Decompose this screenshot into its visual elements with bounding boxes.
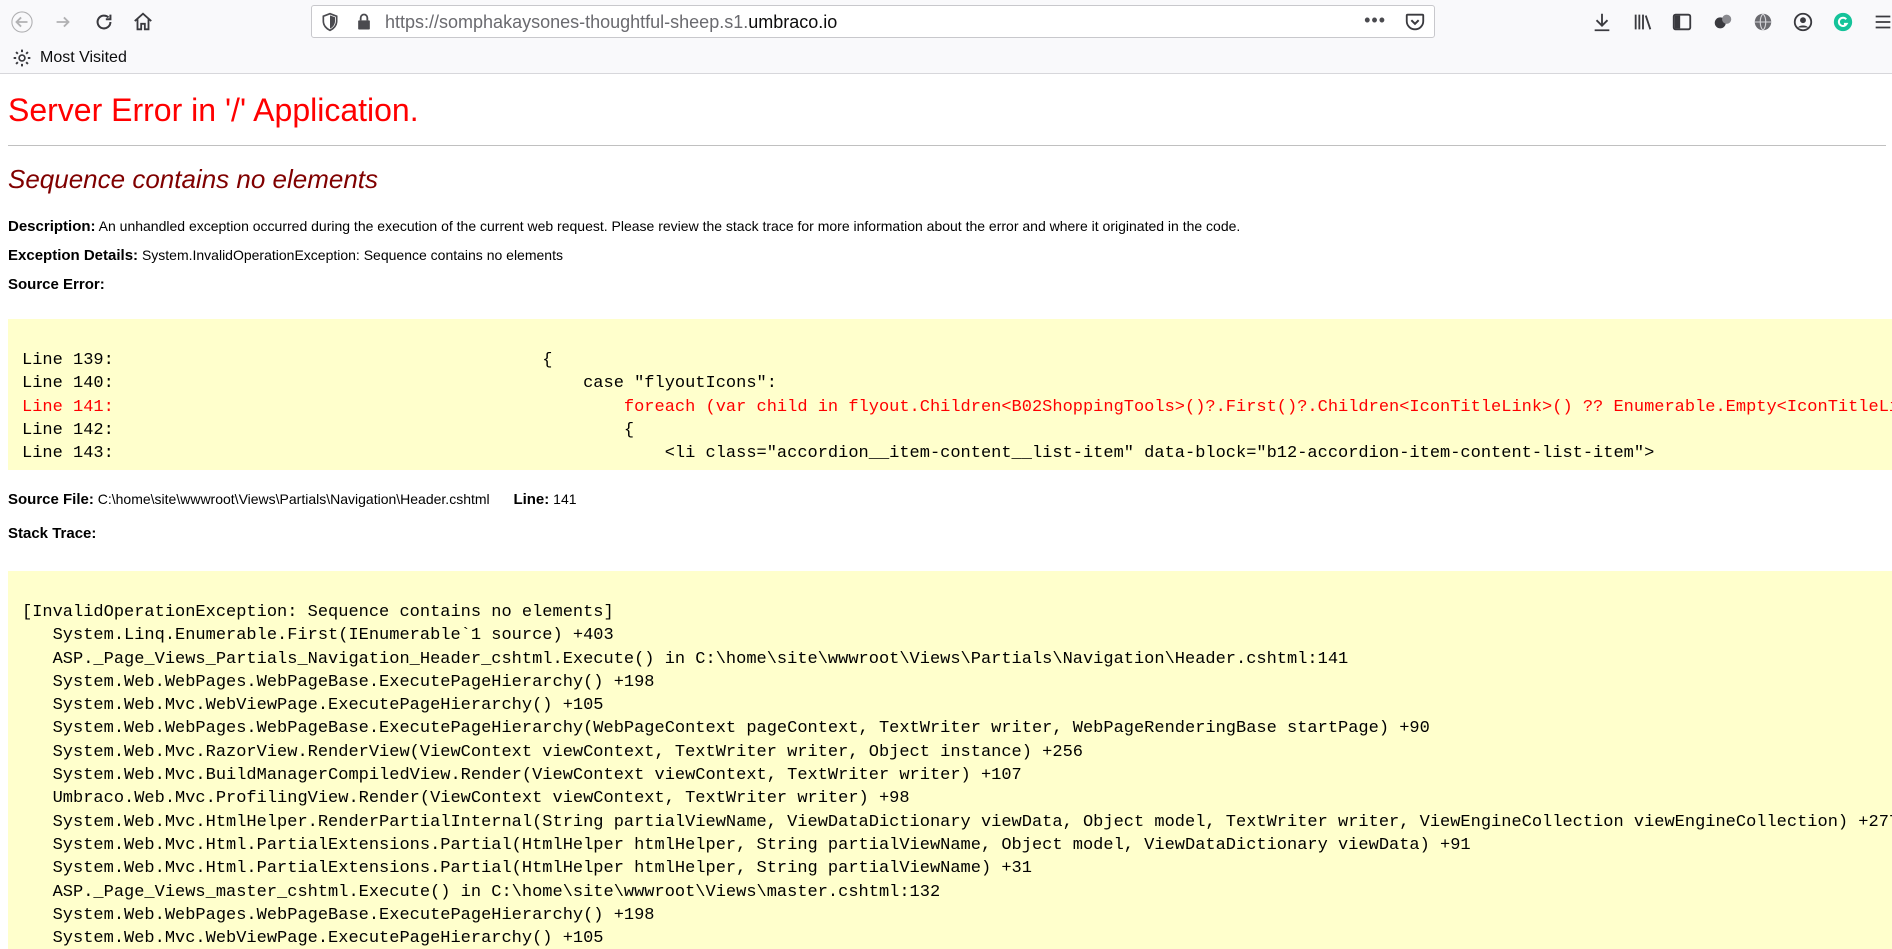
source-line: Line 143: <li class="accordion__item-con… — [22, 444, 1655, 464]
stack-trace-line: ASP._Page_Views_master_cshtml.Execute() … — [22, 882, 941, 902]
source-error-code-block: Line 139: { Line 140: case "flyoutIcons"… — [8, 319, 1892, 470]
reload-button[interactable] — [89, 8, 119, 36]
source-code: Line 139: { Line 140: case "flyoutIcons"… — [8, 319, 1892, 465]
bookmarks-toolbar: Most Visited — [0, 44, 1892, 74]
source-file-row: Source File: C:\home\site\wwwroot\Views\… — [8, 491, 577, 508]
stack-trace-line: System.Web.Mvc.Html.PartialExtensions.Pa… — [22, 835, 1471, 855]
source-error-heading: Source Error: — [8, 276, 105, 293]
forward-button[interactable] — [48, 8, 78, 36]
stack-trace-line: System.Web.WebPages.WebPageBase.ExecuteP… — [22, 719, 1430, 739]
back-arrow-icon — [11, 11, 33, 33]
sidebar-icon — [1672, 13, 1692, 31]
stack-trace-line: System.Web.Mvc.BuildManagerCompiledView.… — [22, 766, 1022, 786]
sidebar-button[interactable] — [1667, 8, 1697, 36]
hamburger-menu-icon — [1875, 15, 1891, 29]
account-button[interactable] — [1788, 8, 1818, 36]
exception-text: System.InvalidOperationException: Sequen… — [141, 247, 563, 263]
tracking-protection-shield-icon[interactable] — [320, 12, 340, 32]
stack-trace-line: System.Web.Mvc.HtmlHelper.RenderPartialI… — [22, 812, 1892, 832]
grammarly-icon — [1833, 12, 1853, 32]
stack-trace-line: System.Web.WebPages.WebPageBase.ExecuteP… — [22, 672, 655, 692]
exception-label: Exception Details: — [8, 247, 139, 264]
line-value: 141 — [553, 491, 577, 507]
line-label: Line: — [513, 491, 550, 508]
source-line: Line 142: { — [22, 420, 635, 440]
description-text: An unhandled exception occurred during t… — [98, 218, 1241, 234]
error-subtitle: Sequence contains no elements — [8, 164, 379, 194]
page-actions-menu[interactable]: ••• — [1364, 10, 1386, 31]
description-label: Description: — [8, 218, 96, 235]
browser-toolbar: https://somphakaysones-thoughtful-sheep.… — [0, 0, 1892, 44]
stack-trace-line: System.Web.Mvc.WebViewPage.ExecutePageHi… — [22, 929, 604, 949]
account-icon — [1793, 12, 1813, 32]
source-line: Line 139: { — [22, 351, 553, 370]
source-file-value: C:\home\site\wwwroot\Views\Partials\Navi… — [97, 491, 490, 507]
download-icon — [1594, 13, 1610, 32]
library-button[interactable] — [1628, 8, 1658, 36]
bookmark-most-visited[interactable]: Most Visited — [12, 48, 127, 68]
stack-trace-heading: Stack Trace: — [8, 525, 96, 542]
grammarly-button[interactable] — [1828, 8, 1858, 36]
lock-icon[interactable] — [354, 12, 374, 32]
reload-icon — [96, 14, 112, 30]
stack-trace-line: System.Web.Mvc.WebViewPage.ExecutePageHi… — [22, 696, 604, 716]
home-icon — [134, 12, 152, 31]
url-host: umbraco.io — [748, 12, 838, 32]
stack-trace-line: System.Web.WebPages.WebPageBase.ExecuteP… — [22, 905, 655, 925]
source-line-highlighted: Line 141: foreach (var child in flyout.C… — [22, 397, 1892, 417]
bookmark-label: Most Visited — [40, 49, 127, 66]
extension-button-1[interactable] — [1708, 8, 1738, 36]
home-button[interactable] — [128, 8, 158, 36]
extension-globe-icon — [1754, 13, 1772, 31]
stack-trace-line: System.Linq.Enumerable.First(IEnumerable… — [22, 626, 614, 646]
stack-trace-line: System.Web.Mvc.RazorView.RenderView(View… — [22, 742, 1083, 762]
url-text[interactable]: https://somphakaysones-thoughtful-sheep.… — [385, 12, 837, 33]
downloads-button[interactable] — [1587, 8, 1617, 36]
stack-trace-line: ASP._Page_Views_Partials_Navigation_Head… — [22, 649, 1349, 669]
description-row: Description: An unhandled exception occu… — [8, 218, 1240, 235]
source-line: Line 140: case "flyoutIcons": — [22, 374, 777, 394]
exception-details-row: Exception Details: System.InvalidOperati… — [8, 247, 563, 264]
pocket-icon[interactable] — [1404, 11, 1426, 33]
stack-trace-line: System.Web.Mvc.Html.PartialExtensions.Pa… — [22, 859, 1032, 879]
stack-trace: [InvalidOperationException: Sequence con… — [8, 571, 1892, 949]
forward-arrow-icon — [56, 16, 70, 28]
stack-trace-code-block: [InvalidOperationException: Sequence con… — [8, 571, 1892, 949]
stack-trace-line: [InvalidOperationException: Sequence con… — [22, 603, 614, 622]
url-prefix: https://somphakaysones-thoughtful-sheep.… — [385, 12, 749, 32]
source-file-label: Source File: — [8, 491, 94, 508]
menu-button[interactable] — [1868, 8, 1892, 36]
extension-button-2[interactable] — [1748, 8, 1778, 36]
library-icon — [1634, 14, 1652, 30]
gear-icon — [13, 49, 31, 67]
divider — [8, 145, 1886, 146]
address-bar[interactable]: https://somphakaysones-thoughtful-sheep.… — [311, 5, 1435, 38]
source-error-label: Source Error: — [8, 276, 105, 293]
error-page: Server Error in '/' Application. Sequenc… — [0, 74, 1892, 949]
stack-trace-line: Umbraco.Web.Mvc.ProfilingView.Render(Vie… — [22, 789, 910, 809]
page-title: Server Error in '/' Application. — [8, 92, 419, 128]
extension-circles-icon — [1714, 14, 1732, 29]
back-button[interactable] — [7, 8, 37, 36]
stack-trace-label: Stack Trace: — [8, 525, 97, 542]
